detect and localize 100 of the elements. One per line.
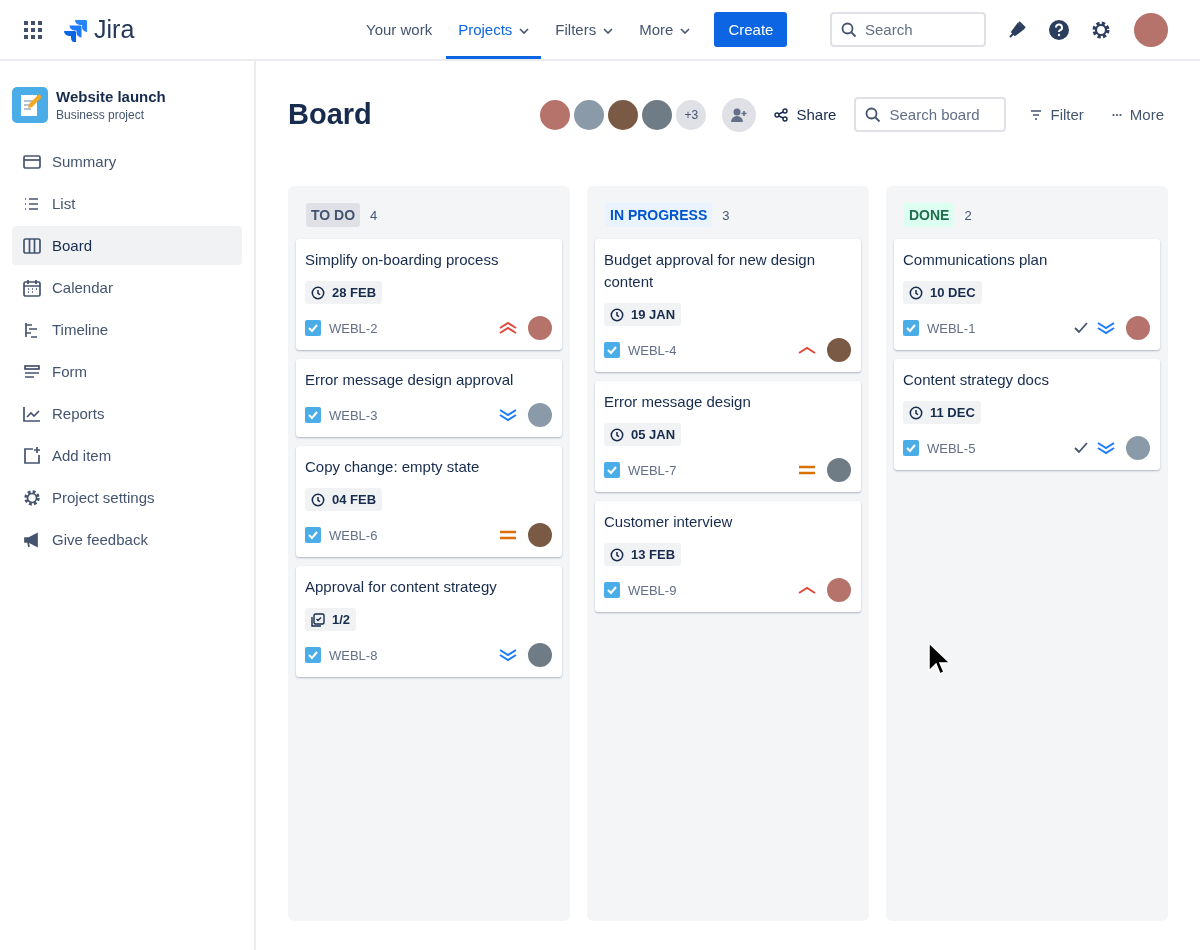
nav-link[interactable]: More — [627, 0, 703, 59]
assignee-avatar[interactable] — [825, 576, 853, 604]
issue-title: Customer interview — [604, 512, 733, 532]
task-type-icon — [903, 320, 919, 336]
more-members-count[interactable]: +3 — [674, 97, 709, 132]
issue-key: WEBL-1 — [927, 320, 976, 336]
issue-key: WEBL-6 — [329, 527, 378, 543]
logo-text[interactable]: Jira — [94, 15, 135, 44]
due-date: 05 JAN — [604, 423, 682, 446]
issue-count: 2 — [964, 207, 972, 223]
task-type-icon — [305, 407, 321, 423]
issue-card[interactable]: Simplify on-boarding process 28 FEB WEBL-2 — [296, 239, 562, 350]
assignee-avatar[interactable] — [526, 401, 554, 429]
nav-link[interactable]: Your work — [354, 0, 445, 59]
subtask-count: 1/2 — [305, 608, 357, 631]
issue-card[interactable]: Approval for content strategy 1/2 WEBL-8 — [296, 566, 562, 677]
sidebar-item[interactable]: Timeline — [12, 310, 242, 349]
logo-icon — [64, 17, 88, 42]
clock-icon — [311, 492, 325, 507]
assignee-avatar[interactable] — [526, 521, 554, 549]
task-type-icon — [903, 440, 919, 456]
board-search-field[interactable]: Search board — [854, 97, 1007, 132]
issue-count: 4 — [370, 207, 378, 223]
filter-icon — [1030, 109, 1043, 120]
issue-title: Content strategy docs — [903, 370, 1049, 390]
due-date: 19 JAN — [604, 303, 682, 326]
issue-title: Communications plan — [903, 250, 1048, 270]
assignee-avatar[interactable] — [526, 314, 554, 342]
issue-key: WEBL-7 — [628, 462, 677, 478]
task-type-icon — [604, 462, 620, 478]
task-type-icon — [305, 527, 321, 543]
clock-icon — [311, 285, 325, 300]
assignee-avatar[interactable] — [825, 336, 853, 364]
sidebar-item[interactable]: Calendar — [12, 268, 242, 307]
filter-button[interactable]: Filter — [1026, 100, 1088, 129]
issue-key: WEBL-9 — [628, 582, 677, 598]
issue-card[interactable]: Communications plan 10 DEC WEBL-1 — [894, 239, 1160, 350]
issue-card[interactable]: Content strategy docs 11 DEC WEBL-5 — [894, 359, 1160, 470]
issue-title: Copy change: empty state — [305, 457, 480, 477]
due-date: 13 FEB — [604, 543, 682, 566]
sidebar-item[interactable]: Summary — [12, 142, 242, 181]
share-button[interactable]: Share — [770, 100, 841, 129]
sidebar-item[interactable]: Form — [12, 352, 242, 391]
status-lozenge: TO DO — [306, 203, 361, 227]
assignee-avatar[interactable] — [526, 641, 554, 669]
sidebar-item[interactable]: Give feedback — [12, 520, 242, 559]
task-type-icon — [604, 342, 620, 358]
project-icon — [12, 87, 48, 123]
sidebar-icon — [22, 277, 42, 298]
help-icon[interactable] — [1048, 18, 1070, 41]
sidebar-icon — [22, 445, 42, 466]
search-icon — [865, 107, 882, 123]
clock-icon — [610, 307, 624, 322]
due-date: 10 DEC — [903, 281, 982, 304]
due-date: 11 DEC — [903, 401, 981, 424]
issue-card[interactable]: Error message design approval WEBL-3 — [296, 359, 562, 437]
task-type-icon — [604, 582, 620, 598]
search-icon — [841, 22, 857, 38]
project-type: Business project — [56, 108, 146, 122]
assignee-avatar[interactable] — [825, 456, 853, 484]
sidebar-item[interactable]: Add item — [12, 436, 242, 475]
assignee-avatar[interactable] — [1124, 434, 1152, 462]
sidebar-item[interactable]: Reports — [12, 394, 242, 433]
issue-card[interactable]: Copy change: empty state 04 FEB WEBL-6 — [296, 446, 562, 557]
clock-icon — [909, 285, 923, 300]
sidebar-icon — [22, 235, 42, 256]
clock-icon — [610, 427, 624, 442]
issue-key: WEBL-2 — [329, 320, 378, 336]
task-type-icon — [305, 647, 321, 663]
issue-key: WEBL-3 — [329, 407, 378, 423]
assignee-avatar[interactable] — [1124, 314, 1152, 342]
search-field[interactable]: Search — [830, 12, 986, 47]
sidebar-item[interactable]: List — [12, 184, 242, 223]
nav-link[interactable]: Projects — [446, 0, 542, 59]
sidebar-icon — [22, 487, 42, 508]
issue-card[interactable]: Error message design 05 JAN WEBL-7 — [595, 381, 861, 492]
share-icon — [774, 107, 789, 122]
more-icon — [1111, 112, 1122, 117]
issue-title: Approval for content strategy — [305, 577, 497, 597]
issue-card[interactable]: Customer interview 13 FEB WEBL-9 — [595, 501, 861, 612]
issue-card[interactable]: Budget approval for new design content 19 JAN WEBL-4 — [595, 239, 861, 372]
issue-title: Error message design — [604, 392, 751, 412]
due-date: 28 FEB — [305, 281, 383, 304]
mouse-cursor-icon — [928, 642, 952, 676]
more-button[interactable]: More — [1107, 100, 1168, 129]
create-button[interactable]: Create — [714, 12, 788, 47]
subtask-icon — [311, 612, 325, 627]
issue-key: WEBL-4 — [628, 342, 677, 358]
sidebar-item[interactable]: Project settings — [12, 478, 242, 517]
issue-title: Simplify on-boarding process — [305, 250, 499, 270]
task-type-icon — [305, 320, 321, 336]
issue-title: Budget approval for new design content — [604, 250, 816, 292]
issue-count: 3 — [722, 207, 730, 223]
app-grid-icon[interactable] — [24, 20, 42, 39]
status-lozenge: DONE — [904, 203, 955, 227]
sidebar-item[interactable]: Board — [12, 226, 242, 265]
add-people-icon[interactable] — [722, 97, 757, 132]
page-title: Board — [288, 98, 372, 131]
nav-link[interactable]: Filters — [543, 0, 626, 59]
clock-icon — [610, 547, 624, 562]
